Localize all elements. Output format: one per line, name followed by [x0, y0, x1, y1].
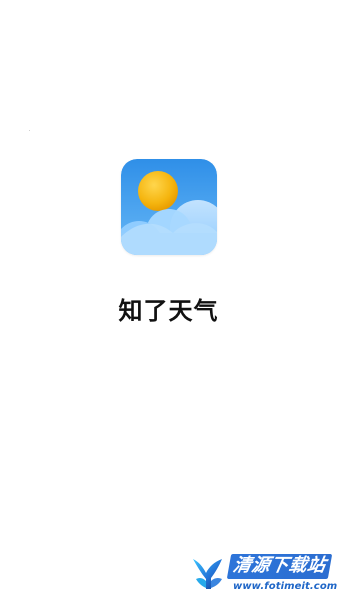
watermark-title: 清源下载站	[226, 554, 332, 579]
weather-app-icon	[121, 159, 217, 255]
splash-screen: 知了天气 清源下载站 www.fotimeit.com	[0, 0, 337, 600]
watermark-logo-icon	[193, 559, 222, 589]
weather-sun-cloud-icon	[121, 159, 217, 255]
dust-dot	[29, 130, 30, 131]
site-watermark: 清源下载站 www.fotimeit.com	[191, 553, 337, 596]
watermark-url: www.fotimeit.com	[233, 581, 337, 592]
app-title: 知了天气	[118, 297, 219, 325]
